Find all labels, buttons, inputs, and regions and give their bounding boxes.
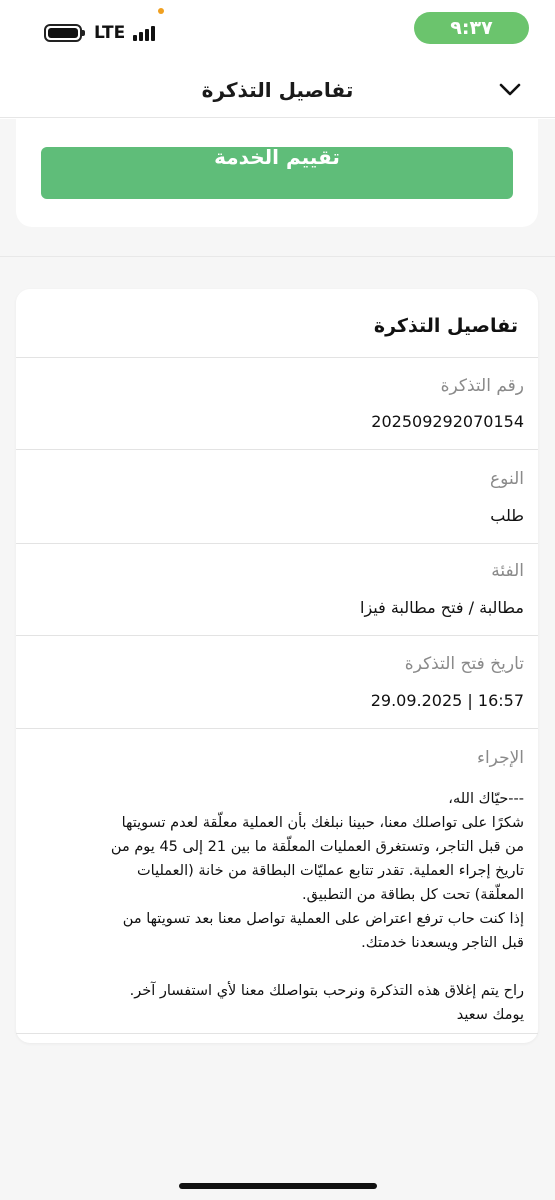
home-indicator[interactable] <box>179 1183 377 1189</box>
category-value: مطالبة / فتح مطالبة فيزا <box>360 598 524 617</box>
rating-card: تقييم الخدمة <box>16 119 538 227</box>
section-divider <box>0 256 555 257</box>
chevron-down-icon[interactable] <box>494 74 526 106</box>
action-line: شكرًا على تواصلك معنا، حبينا نبلغك بأن ا… <box>121 815 524 831</box>
divider <box>16 357 538 358</box>
divider <box>16 543 538 544</box>
divider <box>16 1033 538 1034</box>
action-line: المعلّقة) تحت كل بطاقة من التطبيق. <box>302 887 524 903</box>
divider <box>16 635 538 636</box>
open-date-value: 29.09.2025 | 16:57 <box>370 691 524 710</box>
battery-icon <box>44 24 85 42</box>
action-line: تاريخ إجراء العملية. تقدر تتابع عمليّات … <box>137 863 524 879</box>
ticket-details-card: تفاصيل التذكرة رقم التذكرة 2025092920701… <box>16 289 538 1043</box>
action-line: قبل التاجر ويسعدنا خدمتك. <box>361 935 524 951</box>
privacy-indicator-dot <box>158 8 164 14</box>
status-bar: LTE ٩:٣٧ <box>0 0 555 62</box>
action-line: يومك سعيد <box>456 1007 524 1023</box>
action-label: الإجراء <box>476 748 524 768</box>
divider <box>16 449 538 450</box>
action-message: ---حيّاك الله، شكرًا على تواصلك معنا، حب… <box>30 787 524 1027</box>
action-line: ---حيّاك الله، <box>448 791 524 807</box>
page-title: تفاصيل التذكرة <box>201 78 354 102</box>
action-line <box>30 955 524 979</box>
action-line: راح يتم إغلاق هذه التذكرة ونرحب بتواصلك … <box>129 983 524 999</box>
divider <box>16 728 538 729</box>
signal-bars-icon <box>133 25 156 41</box>
action-line: إذا كنت حاب ترفع اعتراض على العملية تواص… <box>122 911 524 927</box>
status-time: ٩:٣٧ <box>414 12 529 44</box>
ticket-number-label: رقم التذكرة <box>440 376 524 396</box>
type-value: طلب <box>490 506 524 525</box>
card-title: تفاصيل التذكرة <box>373 315 518 337</box>
header-bar: تفاصيل التذكرة <box>0 62 555 118</box>
category-label: الفئة <box>491 561 524 581</box>
status-indicators: LTE <box>44 20 156 46</box>
rate-service-button[interactable]: تقييم الخدمة <box>41 147 513 199</box>
rate-service-label: تقييم الخدمة <box>214 147 340 169</box>
action-line: من قبل التاجر، وتستغرق العمليات المعلّقة… <box>110 839 524 855</box>
network-type: LTE <box>94 23 126 43</box>
ticket-number-value: 202509292070154 <box>371 412 524 431</box>
open-date-label: تاريخ فتح التذكرة <box>404 654 524 674</box>
type-label: النوع <box>490 469 524 489</box>
